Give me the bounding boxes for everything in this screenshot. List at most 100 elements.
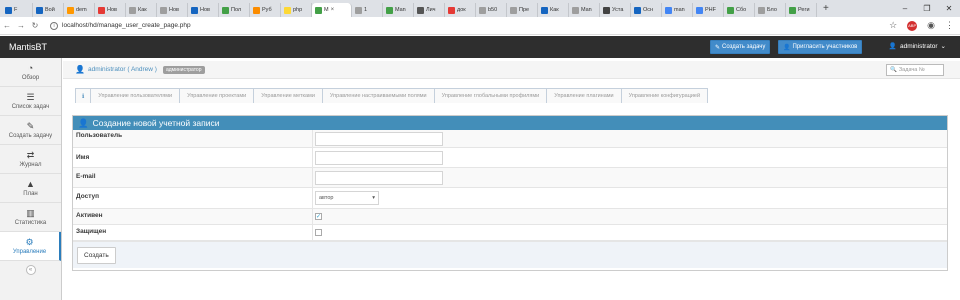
browser-tab[interactable]: b50 [476, 3, 507, 17]
menu-icon[interactable]: ⋮ [945, 20, 954, 31]
favicon-icon [758, 6, 765, 14]
access-label: Доступ [73, 188, 313, 208]
browser-tab[interactable]: Пол [219, 3, 250, 17]
user-plus-icon: 👤 [783, 44, 791, 51]
create-user-button[interactable]: Создать [77, 246, 116, 264]
form-row-enabled: Активен ✓ [73, 209, 947, 225]
create-issue-button[interactable]: ✎ Создать задачу [710, 40, 771, 54]
close-window-icon[interactable]: ✕ [938, 4, 960, 13]
sidebar-item[interactable]: ☰ Список задач [0, 87, 61, 116]
issue-search-input[interactable]: 🔍 Задача № [886, 64, 944, 76]
new-tab-button[interactable]: + [817, 3, 835, 14]
sidebar-item[interactable]: ⇄ Журнал [0, 145, 61, 174]
sidebar-item-label: Статистика [14, 219, 47, 226]
email-field[interactable] [315, 170, 443, 185]
browser-tab[interactable]: M × [312, 3, 352, 17]
create-issue-label: Создать задачу [722, 44, 766, 50]
profile-icon[interactable]: ◉ [927, 20, 935, 31]
manage-tab[interactable]: Управление проектами [179, 88, 255, 103]
sidebar-item-label: Создать задачу [8, 132, 53, 139]
access-level-select[interactable]: автор ▾ [315, 191, 379, 205]
browser-tab[interactable]: php [281, 3, 312, 17]
tab-info[interactable]: ℹ [75, 88, 92, 103]
breadcrumb-user-link[interactable]: administrator ( Andrew ) [88, 66, 157, 73]
form-row-protected: Защищен [73, 225, 947, 241]
sidebar-collapse-icon[interactable]: « [25, 265, 36, 275]
favicon-icon [355, 6, 362, 14]
favicon-icon [222, 6, 229, 14]
browser-tab[interactable]: dem [64, 3, 95, 17]
browser-tab[interactable]: Сбо [724, 3, 755, 17]
browser-tab[interactable]: Нов [157, 3, 188, 17]
username-field[interactable] [315, 131, 443, 146]
forward-icon[interactable]: → [14, 21, 28, 30]
manage-tab[interactable]: Управление конфигурацией [620, 88, 709, 103]
enabled-cell: ✓ [313, 209, 947, 224]
favicon-icon [67, 6, 74, 14]
manage-tab[interactable]: Управление метками [253, 88, 323, 103]
browser-tab[interactable]: Как [126, 3, 157, 17]
browser-tab[interactable]: 1 [352, 3, 383, 17]
form-row-email: E-mail [73, 168, 947, 188]
form-title: Создание новой учетной записи [92, 118, 220, 128]
browser-tab[interactable]: док [445, 3, 476, 17]
browser-tab[interactable]: Руб [250, 3, 281, 17]
browser-tab[interactable]: F [2, 3, 33, 17]
browser-tab[interactable]: man [662, 3, 693, 17]
favicon-icon [253, 6, 260, 14]
browser-tab[interactable]: Вой [33, 3, 64, 17]
browser-tab[interactable]: Лич [414, 3, 445, 17]
browser-tab-label: Сбо [736, 7, 747, 13]
favicon-icon [696, 6, 703, 14]
browser-tab[interactable]: Как [538, 3, 569, 17]
invite-users-label: Пригласить участников [792, 44, 858, 50]
favicon-icon [665, 6, 672, 14]
browser-tab[interactable]: Man [569, 3, 600, 17]
user-menu[interactable]: 👤 administrator ⌄ [889, 42, 946, 51]
sidebar-item[interactable]: ◔ Обзор [0, 58, 61, 87]
manage-tab[interactable]: Управление пользователями [90, 88, 181, 103]
user-menu-label: administrator [899, 42, 938, 50]
sidebar-item[interactable]: ▥ Статистика [0, 203, 61, 232]
realname-field[interactable] [315, 150, 443, 165]
browser-tab-label: b50 [488, 7, 498, 13]
form-header: 👤 Создание новой учетной записи [73, 116, 947, 130]
browser-tab[interactable]: Бло [755, 3, 786, 17]
user-icon: 👤 [75, 65, 85, 74]
sidebar-item[interactable]: ⚙ Управление [0, 232, 61, 261]
browser-tab[interactable]: Нов [95, 3, 126, 17]
browser-toolbar-right: ☆ ABP ◉ ⋮ [889, 20, 954, 31]
browser-tab[interactable]: Осн [631, 3, 662, 17]
browser-tab[interactable]: Уста [600, 3, 631, 17]
invite-users-button[interactable]: 👤 Пригласить участников [778, 40, 863, 54]
brand-logo[interactable]: MantisBT [9, 42, 47, 52]
browser-tab[interactable]: Пре [507, 3, 538, 17]
enabled-checkbox[interactable]: ✓ [315, 213, 322, 220]
manage-tab[interactable]: Управление настраиваемыми полями [321, 88, 435, 103]
protected-checkbox[interactable] [315, 229, 322, 236]
dropdown-arrow-icon: ▾ [372, 195, 375, 201]
maximize-icon[interactable]: ❐ [916, 4, 938, 13]
browser-tab[interactable]: Реги [786, 3, 817, 17]
bookmark-star-icon[interactable]: ☆ [889, 20, 897, 31]
close-tab-icon[interactable]: × [331, 7, 335, 13]
back-icon[interactable]: ← [0, 21, 14, 30]
minimize-icon[interactable]: – [894, 4, 916, 13]
sidebar-item[interactable]: ▲ План [0, 174, 61, 203]
favicon-icon [479, 6, 486, 14]
username-label: Пользователь [73, 130, 313, 147]
browser-tab[interactable]: Man [383, 3, 414, 17]
extension-icon[interactable]: ABP [907, 20, 918, 31]
manage-tab[interactable]: Управление плагинами [546, 88, 622, 103]
reload-icon[interactable]: ↻ [28, 21, 42, 30]
sidebar-item[interactable]: ✎ Создать задачу [0, 116, 61, 145]
site-info-icon[interactable]: i [50, 21, 58, 30]
protected-label: Защищен [73, 225, 313, 240]
url-field[interactable]: i localhost/hd/manage_user_create_page.p… [50, 21, 191, 30]
address-bar: ← → ↻ i localhost/hd/manage_user_create_… [0, 17, 960, 35]
manage-tab[interactable]: Управление глобальными профилями [433, 88, 548, 103]
browser-tab[interactable]: Нов [188, 3, 219, 17]
breadcrumb: 👤 administrator ( Andrew ) администратор… [63, 61, 960, 79]
browser-tab[interactable]: PHF [693, 3, 724, 17]
favicon-icon [572, 6, 579, 14]
